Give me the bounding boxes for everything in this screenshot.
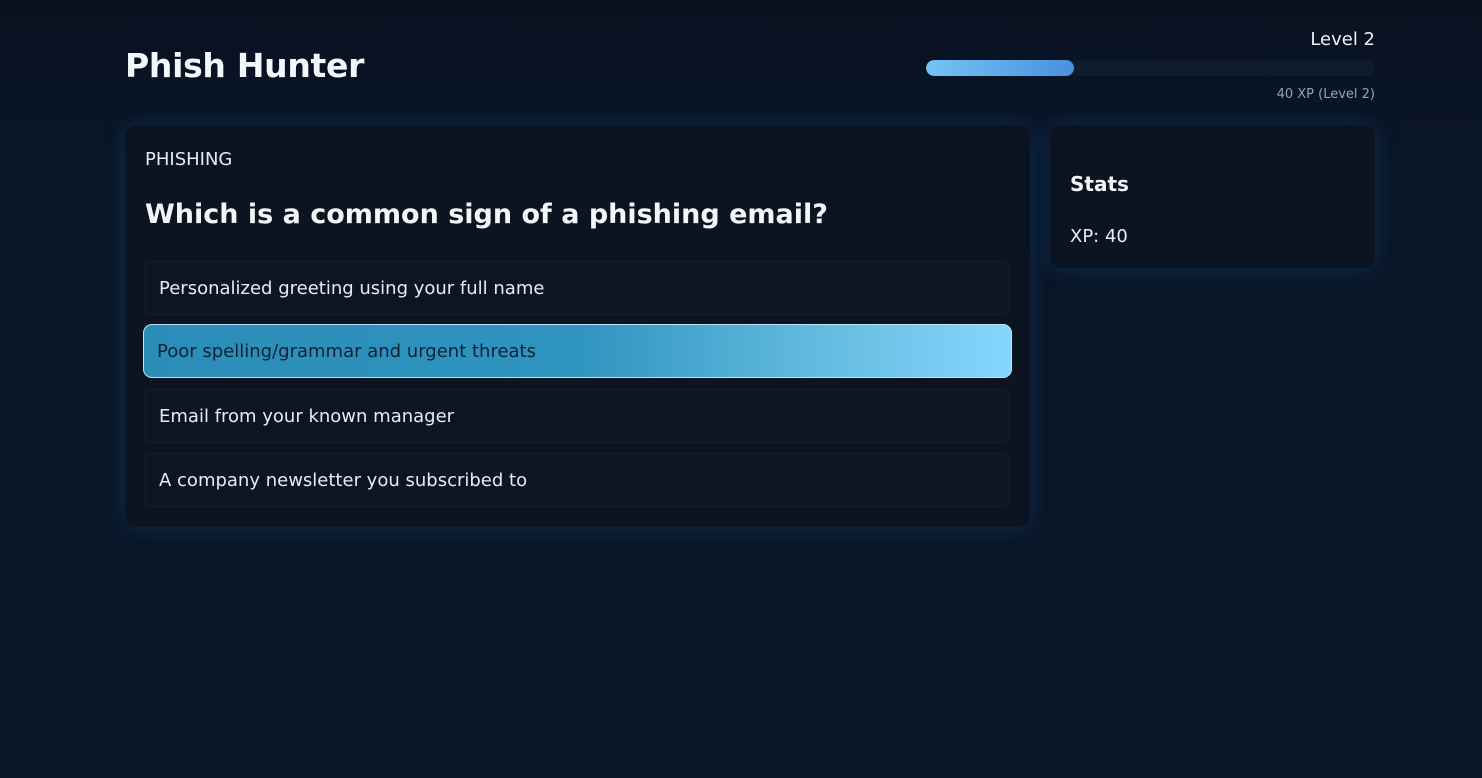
question-category: PHISHING <box>145 149 233 170</box>
answer-option[interactable]: Poor spelling/grammar and urgent threats <box>143 324 1012 378</box>
stats-xp: XP: 40 <box>1070 226 1128 247</box>
xp-progress-bar <box>926 60 1375 76</box>
app-header: Phish Hunter Level 2 40 XP (Level 2) <box>125 28 1375 108</box>
answer-option-label: Personalized greeting using your full na… <box>159 277 545 299</box>
answer-option[interactable]: A company newsletter you subscribed to <box>145 453 1010 507</box>
xp-progress-fill <box>926 60 1075 76</box>
xp-caption: 40 XP (Level 2) <box>1276 87 1375 102</box>
stats-card: Stats XP: 40 <box>1050 125 1375 268</box>
stats-title: Stats <box>1070 172 1129 196</box>
answer-option-label: Poor spelling/grammar and urgent threats <box>157 340 536 362</box>
question-text: Which is a common sign of a phishing ema… <box>145 199 828 230</box>
quiz-card: PHISHING Which is a common sign of a phi… <box>125 125 1030 527</box>
answer-option[interactable]: Email from your known manager <box>145 389 1010 443</box>
answer-option-label: A company newsletter you subscribed to <box>159 469 528 491</box>
level-progress: Level 2 40 XP (Level 2) <box>925 28 1375 108</box>
app-title: Phish Hunter <box>125 46 365 85</box>
level-label: Level 2 <box>1310 29 1375 50</box>
answer-option-label: Email from your known manager <box>159 405 455 427</box>
answer-option[interactable]: Personalized greeting using your full na… <box>145 261 1010 315</box>
